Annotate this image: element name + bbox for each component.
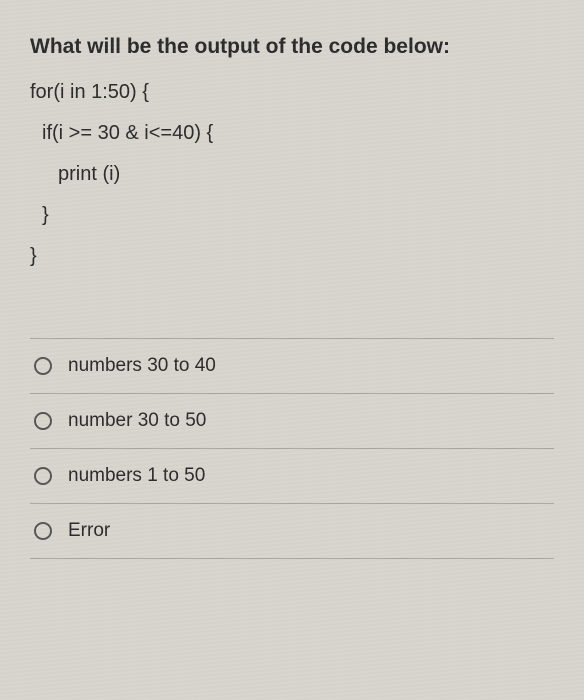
radio-icon <box>34 467 52 485</box>
radio-icon <box>34 357 52 375</box>
option-label: numbers 1 to 50 <box>68 465 205 487</box>
question-title: What will be the output of the code belo… <box>30 35 554 59</box>
code-line-5: } <box>30 245 554 268</box>
radio-icon <box>34 522 52 540</box>
code-line-1: for(i in 1:50) { <box>30 81 554 104</box>
option-2[interactable]: numbers 1 to 50 <box>30 448 554 503</box>
radio-icon <box>34 412 52 430</box>
option-label: numbers 30 to 40 <box>68 355 216 377</box>
option-label: Error <box>68 520 110 542</box>
option-1[interactable]: number 30 to 50 <box>30 393 554 448</box>
option-label: number 30 to 50 <box>68 410 206 432</box>
option-3[interactable]: Error <box>30 503 554 559</box>
option-0[interactable]: numbers 30 to 40 <box>30 338 554 393</box>
code-line-2: if(i >= 30 & i<=40) { <box>30 122 554 145</box>
code-line-4: } <box>30 204 554 227</box>
code-line-3: print (i) <box>30 163 554 186</box>
options-list: numbers 30 to 40 number 30 to 50 numbers… <box>30 338 554 559</box>
